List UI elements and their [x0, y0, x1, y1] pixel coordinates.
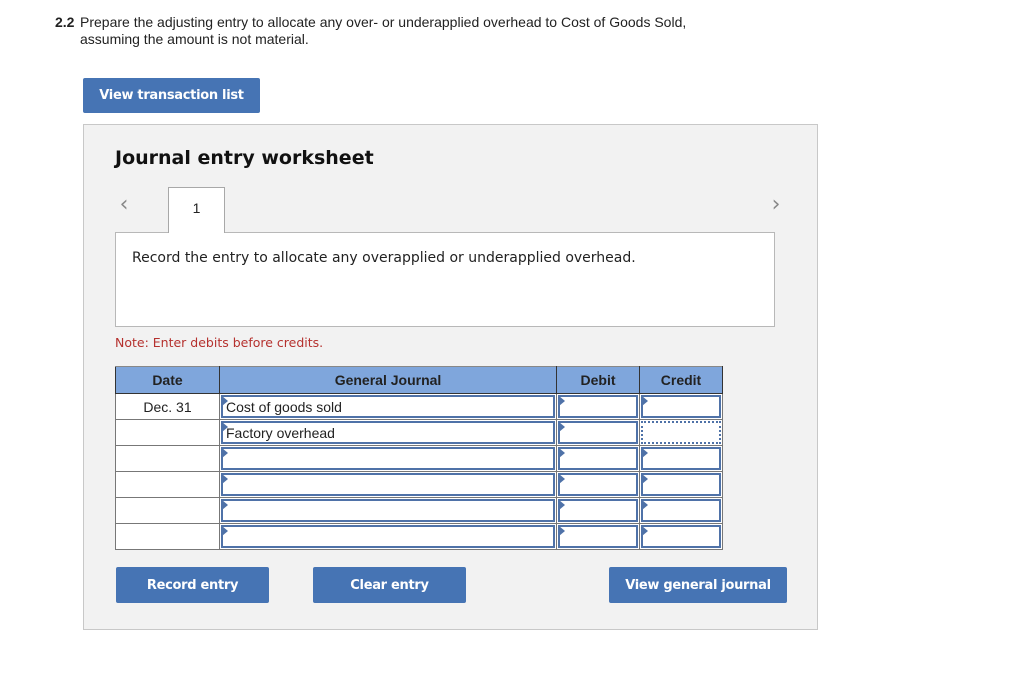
date-cell	[115, 445, 220, 472]
account-select[interactable]: Factory overhead	[221, 421, 555, 444]
date-cell	[115, 419, 220, 446]
question-line-2: assuming the amount is not material.	[80, 31, 309, 47]
header-credit: Credit	[639, 366, 723, 394]
dropdown-marker-icon	[222, 474, 228, 484]
debit-input[interactable]	[558, 473, 638, 496]
input-marker-icon	[559, 448, 565, 458]
table-row: Factory overhead	[115, 419, 723, 446]
date-cell	[115, 471, 220, 498]
journal-entry-worksheet: Journal entry worksheet ‹ 1 › Record the…	[83, 124, 818, 630]
date-cell: Dec. 31	[115, 393, 220, 420]
debit-input[interactable]	[558, 447, 638, 470]
header-debit: Debit	[556, 366, 640, 394]
input-marker-icon	[642, 396, 648, 406]
input-marker-icon	[559, 422, 565, 432]
dropdown-marker-icon	[222, 448, 228, 458]
date-cell	[115, 497, 220, 524]
header-date: Date	[115, 366, 220, 394]
dropdown-marker-icon	[222, 422, 228, 432]
instruction-text: Record the entry to allocate any overapp…	[132, 250, 636, 266]
worksheet-title: Journal entry worksheet	[115, 147, 374, 169]
credit-input[interactable]	[641, 395, 721, 418]
question-line-1: Prepare the adjusting entry to allocate …	[80, 14, 687, 30]
dropdown-marker-icon	[222, 526, 228, 536]
instruction-box: Record the entry to allocate any overapp…	[115, 232, 775, 327]
account-select[interactable]	[221, 473, 555, 496]
table-row	[115, 471, 723, 498]
account-select[interactable]	[221, 447, 555, 470]
table-row	[115, 497, 723, 524]
input-marker-icon	[559, 526, 565, 536]
credit-input[interactable]	[641, 525, 721, 548]
clear-entry-button[interactable]: Clear entry	[313, 567, 466, 603]
input-marker-icon	[642, 448, 648, 458]
table-row	[115, 445, 723, 472]
question-number: 2.2	[55, 14, 75, 30]
view-general-journal-button[interactable]: View general journal	[609, 567, 787, 603]
note-text: Note: Enter debits before credits.	[115, 335, 324, 350]
dropdown-marker-icon	[222, 396, 228, 406]
tab-entry-1[interactable]: 1	[168, 187, 225, 233]
question-text: 2.2 Prepare the adjusting entry to alloca…	[55, 14, 755, 48]
account-select[interactable]	[221, 499, 555, 522]
credit-input[interactable]	[641, 473, 721, 496]
chevron-right-icon[interactable]: ›	[766, 191, 786, 217]
view-transaction-list-button[interactable]: View transaction list	[83, 78, 260, 113]
table-row: Dec. 31 Cost of goods sold	[115, 393, 723, 420]
debit-input[interactable]	[558, 525, 638, 548]
header-general-journal: General Journal	[219, 366, 557, 394]
debit-input[interactable]	[558, 499, 638, 522]
credit-input-focused[interactable]	[641, 421, 721, 444]
credit-input[interactable]	[641, 499, 721, 522]
journal-table: Date General Journal Debit Credit Dec. 3…	[115, 366, 723, 550]
input-marker-icon	[642, 474, 648, 484]
input-marker-icon	[642, 500, 648, 510]
account-select[interactable]: Cost of goods sold	[221, 395, 555, 418]
input-marker-icon	[559, 396, 565, 406]
account-select[interactable]	[221, 525, 555, 548]
input-marker-icon	[642, 526, 648, 536]
credit-input[interactable]	[641, 447, 721, 470]
debit-input[interactable]	[558, 421, 638, 444]
dropdown-marker-icon	[222, 500, 228, 510]
record-entry-button[interactable]: Record entry	[116, 567, 269, 603]
journal-header-row: Date General Journal Debit Credit	[115, 366, 723, 394]
table-row	[115, 523, 723, 550]
input-marker-icon	[559, 500, 565, 510]
debit-input[interactable]	[558, 395, 638, 418]
date-cell	[115, 523, 220, 550]
chevron-left-icon[interactable]: ‹	[114, 191, 134, 217]
input-marker-icon	[559, 474, 565, 484]
